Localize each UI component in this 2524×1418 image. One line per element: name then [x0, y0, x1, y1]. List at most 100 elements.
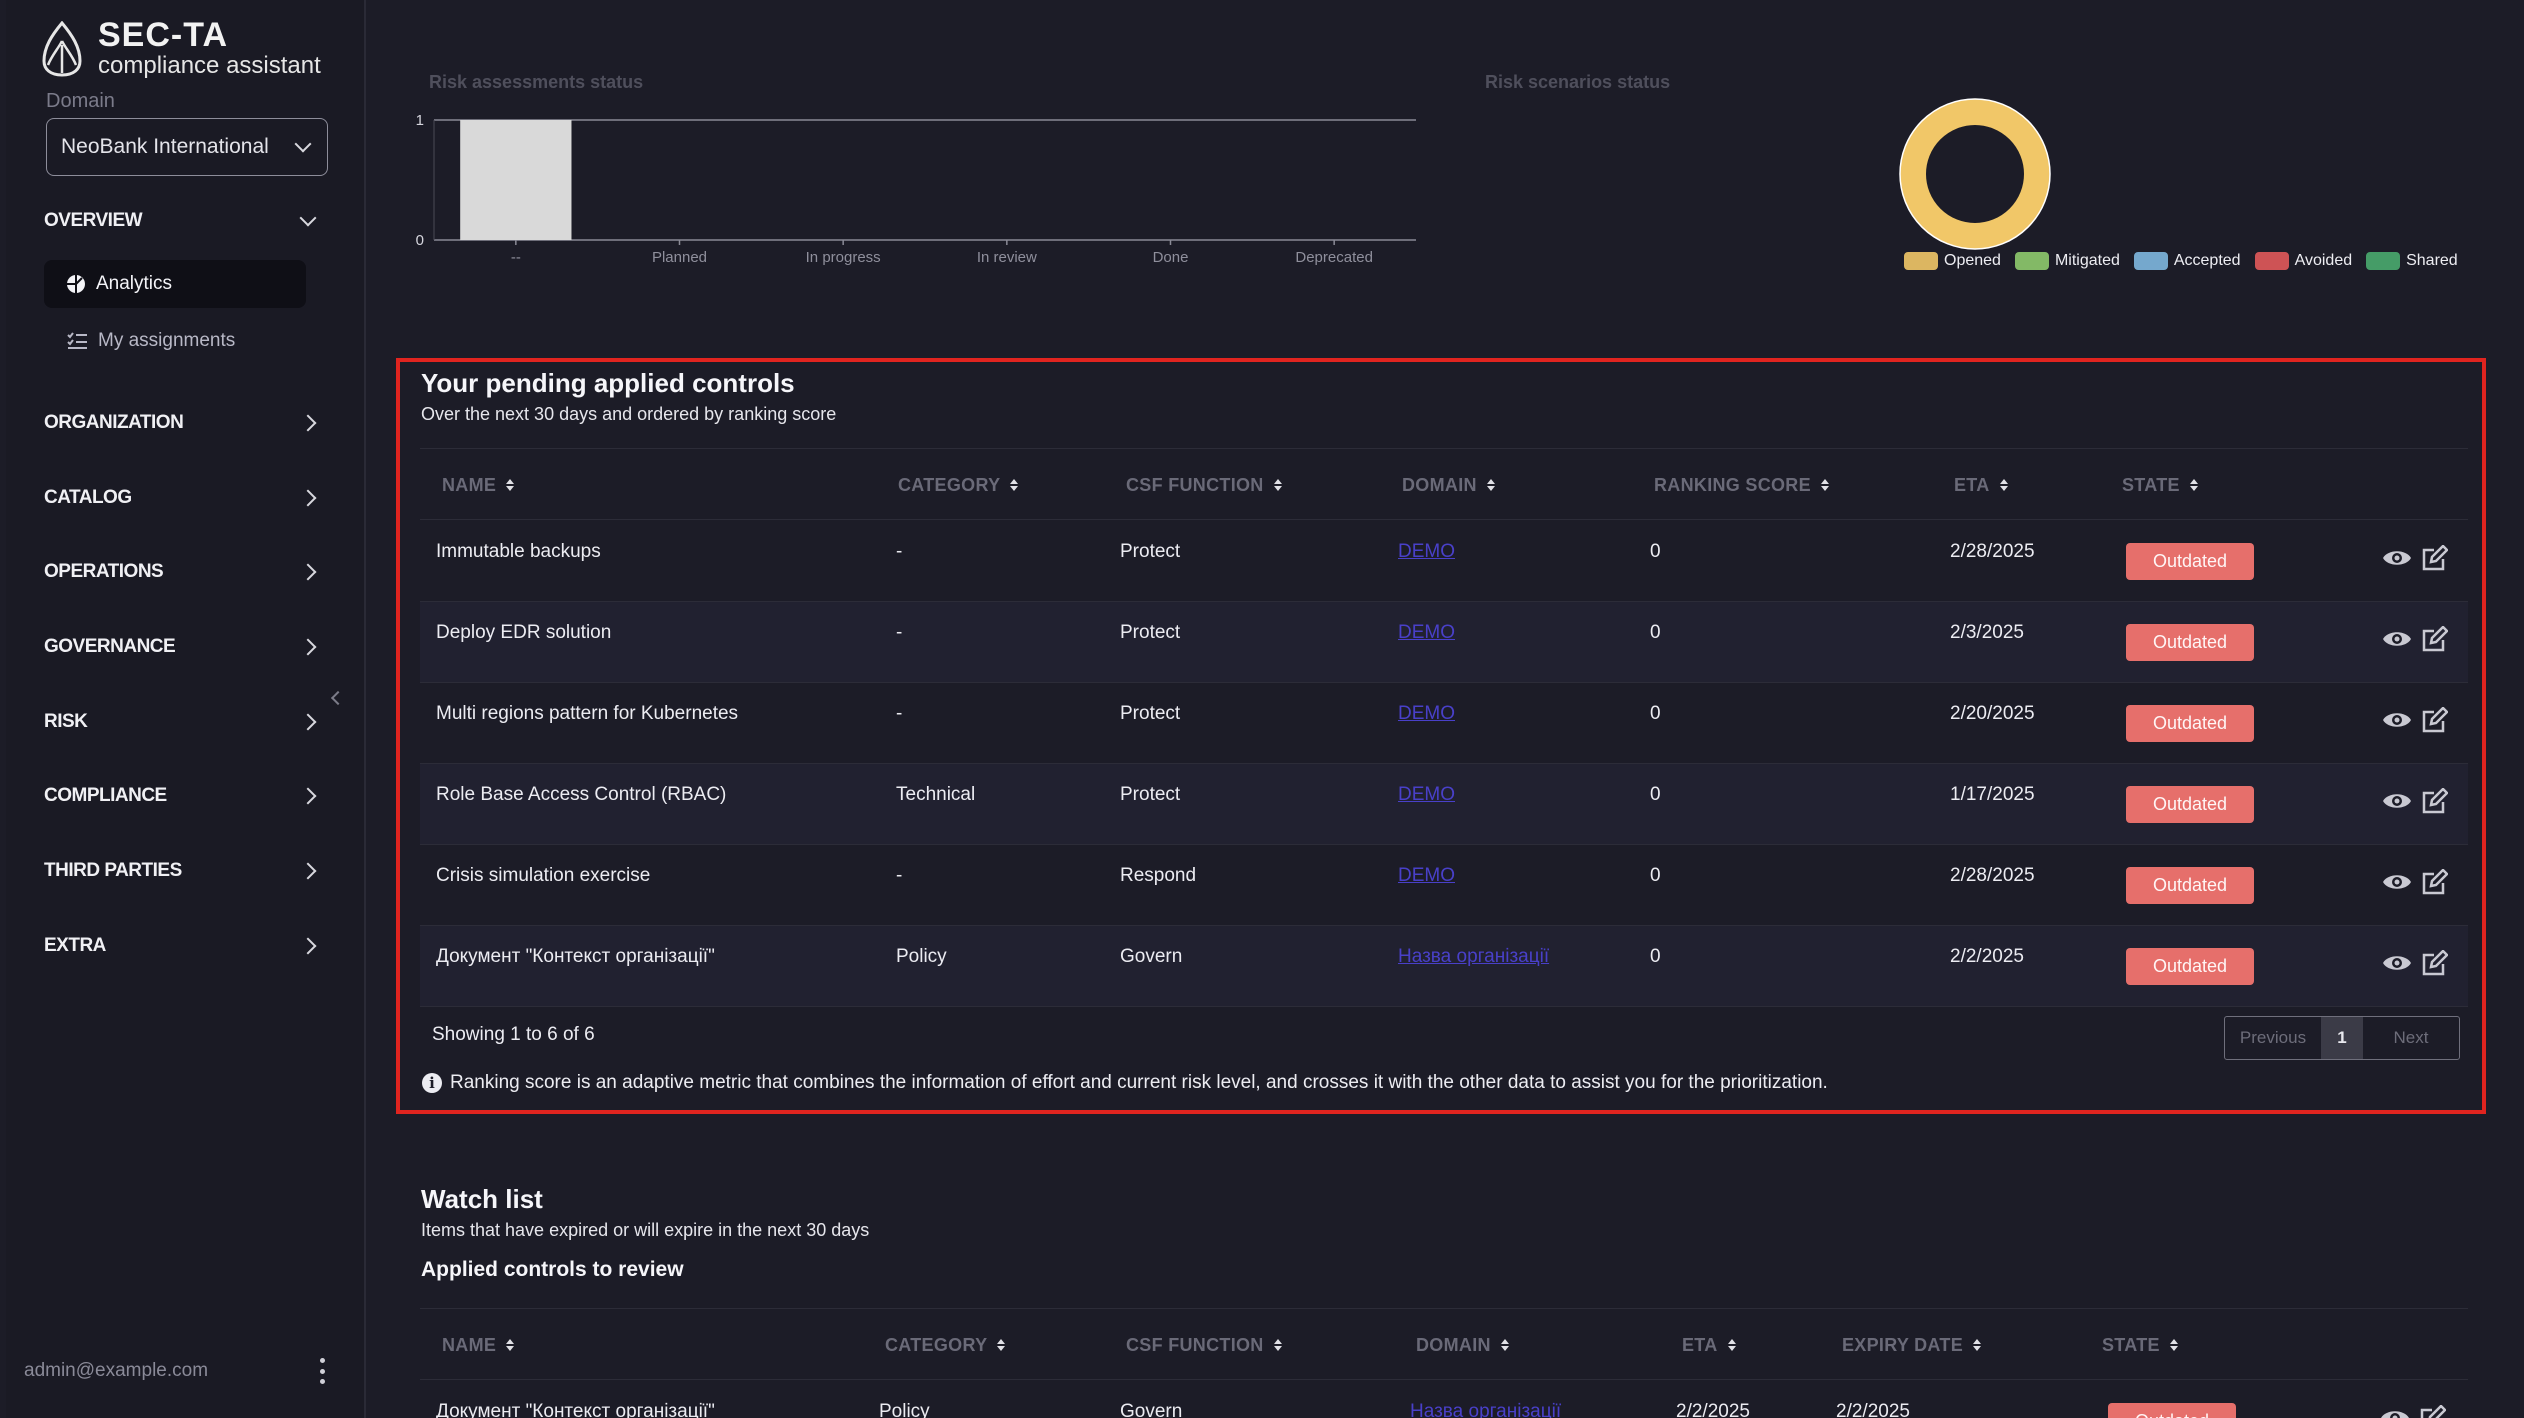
app-logo[interactable]: SEC-TA compliance assistant: [40, 18, 321, 80]
legend-label: Accepted: [2173, 252, 2241, 269]
watch-col-name[interactable]: NAME: [442, 1309, 515, 1381]
state-badge: Outdated: [2126, 705, 2254, 742]
domain-select[interactable]: NeoBank International: [46, 118, 328, 176]
sidebar: SEC-TA compliance assistant Domain NeoBa…: [6, 0, 366, 1418]
view-icon[interactable]: [2382, 952, 2412, 974]
nav-compliance[interactable]: COMPLIANCE: [44, 785, 317, 807]
col-ranking-score[interactable]: RANKING SCORE: [1654, 449, 1829, 521]
col-name[interactable]: NAME: [442, 449, 515, 521]
page-1-button[interactable]: 1: [2321, 1017, 2363, 1059]
table-row[interactable]: Immutable backups - Protect DEMO 0 2/28/2025 O…: [420, 521, 2468, 602]
view-icon[interactable]: [2380, 1407, 2410, 1418]
col-csf-function[interactable]: CSF FUNCTION: [1126, 449, 1282, 521]
table-row[interactable]: Документ "Контекст організації" Policy Gov…: [420, 926, 2468, 1007]
watch-col-eta[interactable]: ETA: [1682, 1309, 1736, 1381]
cell-domain-link[interactable]: Назва організації: [1398, 946, 1549, 968]
edit-icon[interactable]: [2420, 707, 2448, 735]
nav-organization[interactable]: ORGANIZATION: [44, 412, 317, 434]
nav-catalog[interactable]: CATALOG: [44, 487, 317, 509]
sort-icon: [1273, 1339, 1282, 1351]
cell-domain-link[interactable]: DEMO: [1398, 622, 1455, 644]
legend-item[interactable]: Avoided: [2254, 252, 2352, 270]
cell-domain-link[interactable]: DEMO: [1398, 865, 1455, 887]
pagination: Previous 1 Next: [2224, 1016, 2460, 1060]
nav-my-assignments[interactable]: My assignments: [44, 317, 306, 365]
watch-cell-domain-link[interactable]: Назва організації: [1410, 1401, 1561, 1418]
watch-table-row[interactable]: Документ "Контекст організації" Policy G…: [420, 1381, 2468, 1418]
cell-csf-function: Respond: [1120, 865, 1197, 886]
domain-select-value: NeoBank International: [61, 135, 269, 158]
nav-risk[interactable]: RISK: [44, 711, 317, 733]
watch-cell-expiry: 2/2/2025: [1836, 1401, 1910, 1418]
nav-operations-label: OPERATIONS: [44, 561, 164, 582]
legend-label: Shared: [2406, 252, 2458, 269]
logo-icon: [42, 21, 82, 77]
nav-extra[interactable]: EXTRA: [44, 935, 317, 957]
table-row[interactable]: Crisis simulation exercise - Respond DEMO 0 2…: [420, 845, 2468, 926]
cell-name: Immutable backups: [436, 541, 601, 562]
previous-page-button[interactable]: Previous: [2225, 1017, 2321, 1059]
sort-icon: [1010, 479, 1019, 491]
col-domain[interactable]: DOMAIN: [1402, 449, 1495, 521]
cell-name: Role Base Access Control (RBAC): [436, 784, 727, 805]
sidebar-collapse-icon[interactable]: [330, 690, 346, 706]
analytics-icon: [67, 275, 85, 293]
edit-icon[interactable]: [2418, 1405, 2446, 1418]
cell-ranking-score: 0: [1650, 541, 1661, 562]
cell-domain-link[interactable]: DEMO: [1398, 703, 1455, 725]
edit-icon[interactable]: [2420, 626, 2448, 654]
cell-category: Policy: [896, 946, 947, 967]
nav-operations[interactable]: OPERATIONS: [44, 561, 317, 583]
nav-organization-label: ORGANIZATION: [44, 412, 184, 433]
legend-item[interactable]: Accepted: [2133, 252, 2241, 270]
sort-icon: [1273, 479, 1282, 491]
table-row[interactable]: Multi regions pattern for Kubernetes - Pro…: [420, 683, 2468, 764]
chevron-right-icon: [299, 787, 317, 805]
view-icon[interactable]: [2382, 628, 2412, 650]
col-eta[interactable]: ETA: [1954, 449, 2008, 521]
legend-swatch: [1904, 252, 1938, 270]
pagination-summary: Showing 1 to 6 of 6: [432, 1024, 595, 1045]
col-category[interactable]: CATEGORY: [898, 449, 1019, 521]
view-icon[interactable]: [2382, 871, 2412, 893]
legend-item[interactable]: Shared: [2366, 252, 2458, 270]
watch-col-state[interactable]: STATE: [2102, 1309, 2178, 1381]
watch-col-category[interactable]: CATEGORY: [885, 1309, 1006, 1381]
edit-icon[interactable]: [2420, 788, 2448, 816]
legend-item[interactable]: Mitigated: [2014, 252, 2120, 270]
view-icon[interactable]: [2382, 547, 2412, 569]
table-row[interactable]: Deploy EDR solution - Protect DEMO 0 2/3/2025…: [420, 602, 2468, 683]
view-icon[interactable]: [2382, 790, 2412, 812]
nav-governance[interactable]: GOVERNANCE: [44, 636, 317, 658]
legend-item[interactable]: Opened: [1904, 252, 2001, 270]
table-row[interactable]: Role Base Access Control (RBAC) Technical…: [420, 764, 2468, 845]
next-page-button[interactable]: Next: [2363, 1017, 2459, 1059]
cell-eta: 1/17/2025: [1950, 784, 2035, 805]
legend-swatch: [2014, 252, 2049, 270]
donut-slice-opened[interactable]: [1900, 99, 2050, 249]
edit-icon[interactable]: [2420, 869, 2448, 897]
cell-domain-link[interactable]: DEMO: [1398, 784, 1455, 806]
view-icon[interactable]: [2382, 709, 2412, 731]
x-tick-label: Deprecated: [1295, 249, 1373, 266]
nav-analytics[interactable]: Analytics: [44, 260, 306, 308]
nav-third-parties[interactable]: THIRD PARTIES: [44, 860, 317, 882]
sort-icon: [506, 1339, 515, 1351]
cell-category: -: [896, 865, 903, 886]
watch-col-domain[interactable]: DOMAIN: [1416, 1309, 1509, 1381]
col-state[interactable]: STATE: [2122, 449, 2198, 521]
user-menu-icon[interactable]: [318, 1358, 326, 1384]
cell-domain-link[interactable]: DEMO: [1398, 541, 1455, 563]
info-icon: i: [422, 1073, 442, 1093]
watch-col-csf-function[interactable]: CSF FUNCTION: [1126, 1309, 1282, 1381]
watch-cell-csf: Govern: [1120, 1401, 1183, 1418]
watch-cell-category: Policy: [879, 1401, 930, 1418]
edit-icon[interactable]: [2420, 950, 2448, 978]
sort-icon: [1500, 1339, 1509, 1351]
cell-csf-function: Protect: [1120, 541, 1181, 562]
nav-overview[interactable]: OVERVIEW: [44, 209, 317, 232]
watch-col-expiry-date[interactable]: EXPIRY DATE: [1842, 1309, 1981, 1381]
pending-subtitle: Over the next 30 days and ordered by ran…: [421, 404, 837, 424]
sort-icon: [2169, 1339, 2178, 1351]
edit-icon[interactable]: [2420, 545, 2448, 573]
